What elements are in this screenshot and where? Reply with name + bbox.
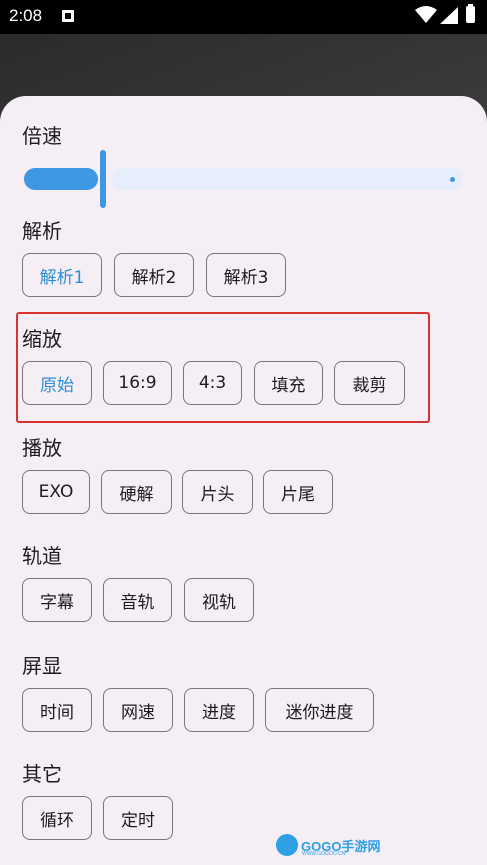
scale-option-original[interactable]: 原始	[22, 361, 92, 405]
play-option-hw-decode[interactable]: 硬解	[101, 470, 172, 514]
scale-option-fill[interactable]: 填充	[254, 361, 323, 405]
status-time: 2:08	[9, 6, 43, 25]
slider-thumb[interactable]	[100, 150, 106, 208]
other-option-loop[interactable]: 循环	[22, 796, 92, 840]
display-option-progress[interactable]: 进度	[184, 688, 254, 732]
scale-option-4-3[interactable]: 4:3	[183, 361, 242, 405]
track-option-video[interactable]: 视轨	[184, 578, 254, 622]
watermark-subtext: WWW.GOGOO.CN	[302, 851, 346, 857]
display-option-mini-progress[interactable]: 迷你进度	[265, 688, 374, 732]
play-option-outro[interactable]: 片尾	[263, 470, 333, 514]
signal-icon	[440, 7, 458, 24]
track-option-audio[interactable]: 音轨	[103, 578, 172, 622]
other-title: 其它	[22, 762, 62, 786]
play-option-intro[interactable]: 片头	[182, 470, 253, 514]
track-option-subtitle[interactable]: 字幕	[22, 578, 92, 622]
notification-icon	[62, 10, 74, 22]
parse-option-2[interactable]: 解析2	[114, 253, 194, 297]
play-option-exo[interactable]: EXO	[22, 470, 90, 514]
parse-title: 解析	[22, 219, 62, 243]
battery-icon	[466, 4, 475, 23]
scale-option-16-9[interactable]: 16:9	[103, 361, 172, 405]
wifi-icon	[415, 6, 437, 23]
watermark-logo-icon	[276, 834, 298, 856]
track-title: 轨道	[22, 544, 62, 568]
parse-option-1[interactable]: 解析1	[22, 253, 102, 297]
play-title: 播放	[22, 436, 62, 460]
parse-option-3[interactable]: 解析3	[206, 253, 286, 297]
display-option-netspeed[interactable]: 网速	[103, 688, 173, 732]
slider-end-dot	[450, 177, 455, 182]
display-option-time[interactable]: 时间	[22, 688, 92, 732]
scale-title: 缩放	[22, 327, 62, 351]
speed-title: 倍速	[22, 124, 62, 148]
slider-inactive-track[interactable]	[112, 168, 462, 190]
other-option-timer[interactable]: 定时	[103, 796, 173, 840]
slider-active-track[interactable]	[24, 168, 98, 190]
status-bar: 2:08	[0, 0, 487, 34]
scale-option-crop[interactable]: 裁剪	[334, 361, 405, 405]
display-title: 屏显	[22, 654, 62, 678]
